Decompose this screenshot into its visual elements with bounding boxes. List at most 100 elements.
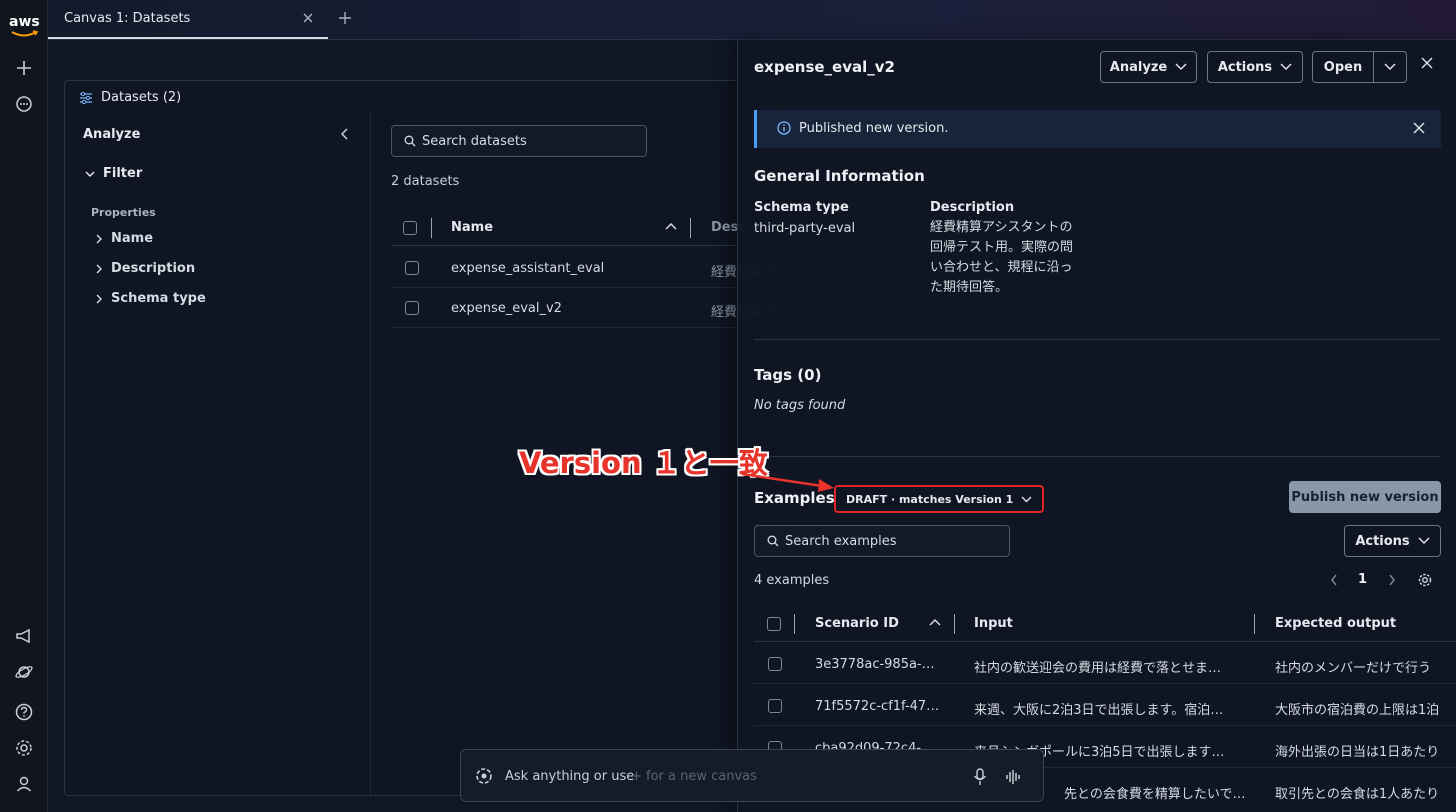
open-button-label: Open [1323, 59, 1363, 75]
publish-new-version-button[interactable]: Publish new version [1289, 481, 1441, 513]
datasets-panel: Datasets (2) Analyze Filter Properties N… [64, 80, 784, 796]
datasets-count: 2 datasets [391, 174, 460, 189]
chat-icon[interactable] [14, 94, 34, 114]
aws-logo[interactable]: aws [9, 14, 40, 38]
user-icon[interactable] [14, 774, 34, 794]
annotation-arrow [741, 472, 834, 492]
dataset-name[interactable]: expense_eval_v2 [451, 301, 562, 316]
example-expected-output: 大阪市の宿泊費の上限は1泊 [1275, 703, 1440, 718]
publish-button-label: Publish new version [1291, 489, 1439, 505]
actions-button-label: Actions [1355, 533, 1410, 549]
general-info-heading: General Information [754, 167, 925, 185]
example-input: 来週、大阪に2泊3日で出張します。宿泊… [974, 703, 1224, 718]
open-dropdown-button[interactable] [1373, 51, 1407, 83]
description-value: 経費精算アシスタントの 回帰テスト用。実際の問 い合わせと、規程に沿っ た期待回… [930, 218, 1100, 298]
example-expected-output: 取引先との会食は1人あたり [1275, 787, 1440, 802]
actions-button[interactable]: Actions [1207, 51, 1303, 83]
scenario-id[interactable]: 71f5572c-cf1f-47… [815, 699, 943, 714]
search-examples-input[interactable]: Search examples [754, 525, 1010, 557]
schema-type-value: third-party-eval [754, 221, 856, 236]
chevron-right-icon [95, 294, 103, 304]
column-name[interactable]: Name [451, 220, 493, 235]
filter-sidebar: Analyze Filter Properties Name Descripti… [65, 113, 371, 795]
gear-icon[interactable] [1418, 573, 1432, 587]
dataset-name[interactable]: expense_assistant_eval [451, 261, 604, 276]
table-row[interactable]: 3e3778ac-985a-… 社内の歓送迎会の費用は経費で落とせま… 社内のメ… [754, 644, 1456, 684]
close-drawer-icon[interactable] [1421, 57, 1433, 69]
chevron-down-icon [1175, 63, 1187, 71]
examples-actions-button[interactable]: Actions [1344, 525, 1441, 557]
description-label: Description [930, 200, 1015, 215]
dismiss-flash-icon[interactable] [1413, 122, 1425, 134]
row-checkbox[interactable] [405, 261, 419, 275]
analyze-heading: Analyze [83, 127, 141, 142]
description-line: 回帰テスト用。実際の問 [930, 240, 1074, 255]
filter-toggle[interactable]: Filter [85, 166, 142, 181]
current-page[interactable]: 1 [1358, 572, 1367, 587]
property-label: Description [111, 261, 196, 276]
tab-canvas-1[interactable]: Canvas 1: Datasets [48, 0, 328, 39]
description-line: 経費精算アシスタントの [930, 220, 1073, 235]
actions-button-label: Actions [1217, 59, 1273, 75]
collapse-chevron-icon[interactable] [339, 127, 349, 141]
row-checkbox[interactable] [405, 301, 419, 315]
settings-icon[interactable] [14, 738, 34, 758]
property-schema-type[interactable]: Schema type [95, 291, 206, 306]
dataset-detail-drawer: expense_eval_v2 Analyze Actions Open Pub… [737, 40, 1456, 812]
version-select-label: DRAFT · matches Version 1 [846, 492, 1014, 506]
version-select[interactable]: DRAFT · matches Version 1 [834, 485, 1045, 513]
schema-type-label: Schema type [754, 200, 849, 215]
table-row[interactable]: expense_eval_v2 経費精算アシスタントの回帰テスト用… [391, 288, 781, 328]
datasets-panel-title: Datasets (2) [101, 90, 182, 105]
table-row[interactable]: 71f5572c-cf1f-47… 来週、大阪に2泊3日で出張します。宿泊… 大… [754, 686, 1456, 726]
tab-bar: Canvas 1: Datasets [48, 0, 1456, 40]
property-name[interactable]: Name [95, 231, 153, 246]
sort-asc-icon[interactable] [929, 618, 941, 626]
tags-heading: Tags (0) [754, 366, 822, 384]
search-placeholder: Search datasets [422, 133, 527, 149]
chevron-down-icon [1418, 537, 1430, 545]
column-divider [1254, 614, 1255, 634]
megaphone-icon[interactable] [14, 626, 34, 646]
microphone-icon[interactable] [973, 768, 987, 786]
select-all-checkbox[interactable] [767, 617, 781, 631]
column-scenario-id[interactable]: Scenario ID [815, 616, 899, 631]
info-icon [777, 121, 791, 135]
close-icon[interactable] [302, 12, 314, 24]
drawer-title: expense_eval_v2 [754, 58, 895, 76]
ask-bar[interactable]: Ask anything or use + for a new canvas [460, 749, 1044, 802]
table-row[interactable]: expense_assistant_eval 経費精算アシスタントの回帰テスト用… [391, 248, 781, 288]
sort-asc-icon[interactable] [665, 222, 677, 230]
property-label: Schema type [111, 291, 206, 306]
plus-icon[interactable] [14, 58, 34, 78]
properties-label: Properties [91, 206, 156, 219]
search-datasets-input[interactable]: Search datasets [391, 125, 647, 157]
prev-page-icon[interactable] [1330, 574, 1338, 586]
example-input: 先との会食費を精算したいで… [1064, 787, 1244, 802]
column-divider [431, 218, 432, 238]
ask-hint: + for a new canvas [631, 769, 757, 784]
row-checkbox[interactable] [768, 699, 782, 713]
voice-waveform-icon[interactable] [1005, 768, 1021, 786]
section-divider [754, 339, 1441, 340]
next-page-icon[interactable] [1388, 574, 1396, 586]
chevron-down-icon [85, 169, 95, 179]
row-checkbox[interactable] [768, 657, 782, 671]
search-icon [404, 135, 416, 147]
analyze-button[interactable]: Analyze [1100, 51, 1197, 83]
column-expected-output[interactable]: Expected output [1275, 616, 1396, 631]
flash-notification: Published new version. [754, 110, 1441, 148]
column-input[interactable]: Input [974, 616, 1013, 631]
add-tab-icon[interactable] [338, 11, 352, 25]
column-divider [954, 614, 955, 634]
property-label: Name [111, 231, 154, 246]
assistant-icon [475, 767, 493, 785]
property-description[interactable]: Description [95, 261, 195, 276]
select-all-checkbox[interactable] [403, 221, 417, 235]
planet-icon[interactable] [14, 662, 34, 682]
search-icon [767, 535, 779, 547]
open-button[interactable]: Open [1312, 51, 1374, 83]
column-divider [690, 218, 691, 238]
help-icon[interactable] [14, 702, 34, 722]
scenario-id[interactable]: 3e3778ac-985a-… [815, 657, 943, 672]
